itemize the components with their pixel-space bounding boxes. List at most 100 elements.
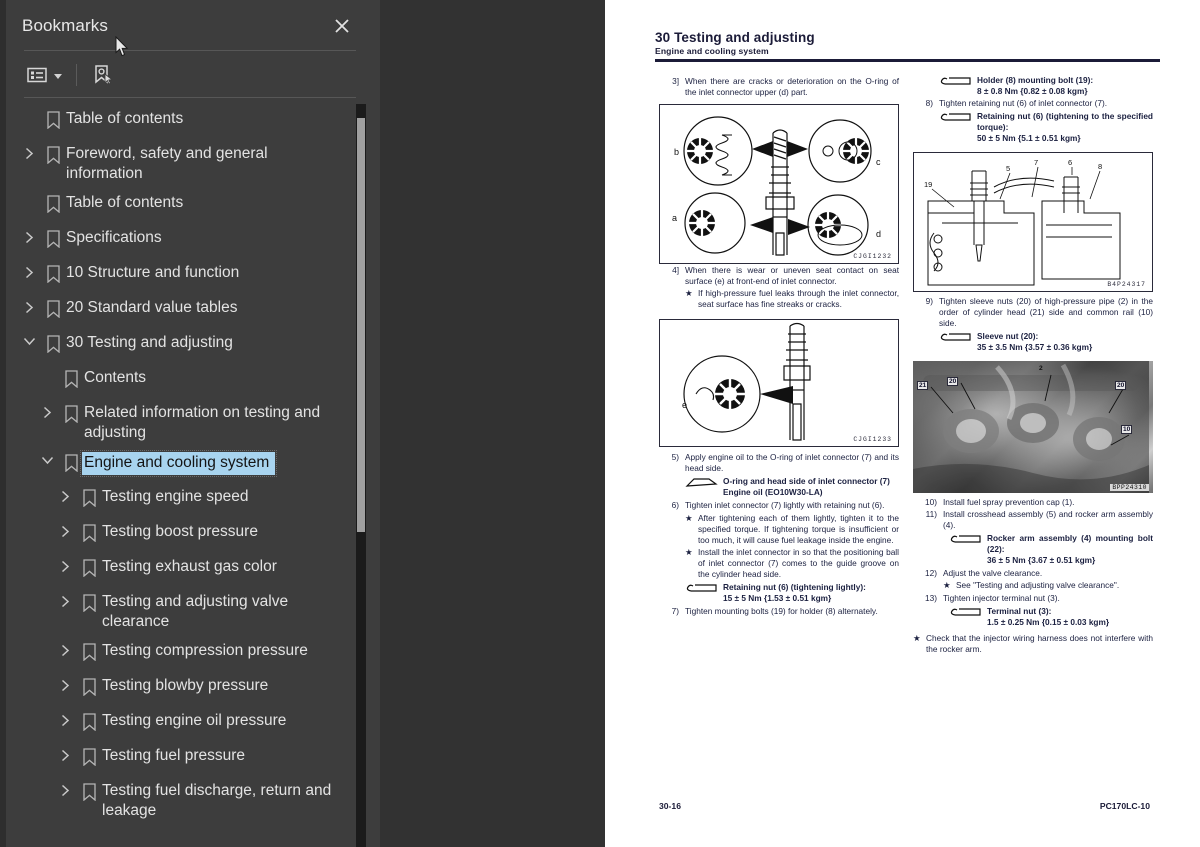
holder-bolt-torque-value: 8 ± 0.8 Nm {0.82 ± 0.08 kgm} [977,85,1088,96]
step-12-text: Adjust the valve clearance. [943,568,1043,579]
bookmarks-tree[interactable]: Table of contents Foreword, safety and ge… [6,104,374,847]
bookmark-item[interactable]: Testing exhaust gas color [6,552,374,587]
step-8: 8) Tighten retaining nut (6) of inlet co… [913,98,1153,109]
step-5-lubricant-spec: Engine oil (EO10W30-LA) [723,487,823,498]
step-5-lubricant-text: O-ring and head side of inlet connector … [723,476,899,498]
bookmark-item[interactable]: Table of contents [6,188,374,223]
bookmark-icon [40,228,66,248]
bookmark-item-label: Foreword, safety and general information [66,145,268,182]
step-8-torque-text: Retaining nut (6) (tightening to the spe… [977,111,1153,144]
final-note-text: Check that the injector wiring harness d… [926,632,1153,654]
step-11: 11) Install crosshead assembly (5) and r… [913,509,1153,531]
chevron-right-icon[interactable] [54,641,76,657]
toolbar-divider-bottom [24,97,356,98]
step-9-text: Tighten sleeve nuts (20) of high-pressur… [939,296,1153,329]
panel-collapse-handle[interactable] [380,0,772,847]
step-9-torque-text: Sleeve nut (20): 35 ± 3.5 Nm {3.57 ± 0.3… [977,331,1153,353]
bookmark-item-label: 20 Standard value tables [66,299,238,316]
bookmark-item[interactable]: Testing engine speed [6,482,374,517]
step-6-torque-text: Retaining nut (6) (tightening lightly): … [723,582,899,604]
photo-label-2: 2 [1039,364,1043,372]
chevron-right-icon[interactable] [54,781,76,797]
bookmark-item[interactable]: Related information on testing and adjus… [6,398,374,447]
document-viewer[interactable]: 30 Testing and adjusting Engine and cool… [400,0,1200,847]
bookmark-icon [58,452,84,472]
svg-text:e: e [682,400,687,410]
bookmark-item-label: Contents [84,369,147,386]
step-12-number: 12) [925,568,937,579]
step-11-text: Install crosshead assembly (5) and rocke… [943,508,1153,530]
step-13-torque-text: Terminal nut (3): 1.5 ± 0.25 Nm {0.15 ± … [987,606,1153,628]
bookmark-item-label: Specifications [66,229,162,246]
bookmark-options-button[interactable] [24,61,64,89]
bookmark-item[interactable]: Testing boost pressure [6,517,374,552]
chevron-down-icon[interactable] [36,452,58,466]
bookmark-item[interactable]: Engine and cooling system [6,447,374,482]
bookmark-item[interactable]: 30 Testing and adjusting [6,328,374,363]
bookmark-item-label: 30 Testing and adjusting [66,334,233,351]
step-10: 10) Install fuel spray prevention cap (1… [913,497,1153,508]
bookmark-item[interactable]: Specifications [6,223,374,258]
bookmark-item[interactable]: Testing engine oil pressure [6,706,374,741]
step-6-note-2: ★ Install the inlet connector in so that… [659,547,899,580]
chevron-right-icon[interactable] [54,676,76,692]
pdf-viewer-window: Bookmarks Table of contents Foreword, sa… [0,0,1200,847]
bookmark-item[interactable]: Testing and adjusting valve clearance [6,587,374,636]
chevron-right-icon[interactable] [36,403,58,419]
document-header-title: 30 Testing and adjusting [655,30,815,45]
star-bullet-icon: ★ [685,546,693,557]
final-note: ★ Check that the injector wiring harness… [913,633,1153,655]
bookmark-icon [76,641,102,661]
bookmark-item[interactable]: Foreword, safety and general information [6,139,374,188]
step-11-torque-label: Rocker arm assembly (4) mounting bolt (2… [987,532,1153,554]
holder-bolt-torque: Holder (8) mounting bolt (19): 8 ± 0.8 N… [913,75,1153,97]
bookmarks-scrollbar-thumb[interactable] [357,118,365,532]
chevron-right-icon[interactable] [54,592,76,608]
model-number: PC170LC-10 [1099,801,1150,811]
bookmark-icon [76,746,102,766]
step-5: 5) Apply engine oil to the O-ring of inl… [659,452,899,474]
bookmark-item[interactable]: 20 Standard value tables [6,293,374,328]
bookmark-item-label: Testing and adjusting valve clearance [102,593,289,630]
page-footer: 30-16 PC170LC-10 [659,801,1150,811]
close-icon[interactable] [330,14,354,38]
bookmark-item-label: Testing boost pressure [102,523,258,540]
bookmark-item[interactable]: Table of contents [6,104,374,139]
bookmark-item-label: Testing fuel pressure [102,747,246,764]
paragraph-3-text: When there are cracks or deterioration o… [685,75,899,97]
chevron-right-icon[interactable] [54,746,76,762]
step-9: 9) Tighten sleeve nuts (20) of high-pres… [913,296,1153,329]
new-bookmark-button[interactable] [89,61,117,89]
bookmark-icon [40,333,66,353]
bookmark-item[interactable]: 10 Structure and function [6,258,374,293]
header-rule [655,59,1160,62]
bookmark-item[interactable]: Testing blowby pressure [6,671,374,706]
bookmark-item[interactable]: Testing fuel pressure [6,741,374,776]
bookmark-item[interactable]: Testing compression pressure [6,636,374,671]
new-bookmark-icon [91,64,115,86]
chevron-right-icon[interactable] [18,298,40,314]
figure-2-id: CJGI1233 [853,436,892,444]
bookmark-item-label: Testing compression pressure [102,642,308,659]
chevron-right-icon[interactable] [18,228,40,244]
chevron-right-icon[interactable] [54,487,76,503]
step-6-note-2-text: Install the inlet connector in so that t… [698,546,899,579]
paragraph-3-number: 3] [672,75,679,86]
bookmark-icon [58,368,84,388]
bookmark-icon [40,109,66,129]
torque-wrench-icon [939,111,977,144]
chevron-right-icon[interactable] [54,522,76,538]
bookmark-item[interactable]: Contents [6,363,374,398]
chevron-right-icon[interactable] [18,144,40,160]
paragraph-4-text: When there is wear or uneven seat contac… [685,264,899,286]
chevron-right-icon[interactable] [18,263,40,279]
bookmark-item[interactable]: Testing fuel discharge, return and leaka… [6,776,374,825]
chevron-right-icon[interactable] [54,557,76,573]
chevron-down-icon[interactable] [18,333,40,347]
photo-label-21: 21 [917,380,929,390]
page-number: 30-16 [659,801,681,811]
bookmark-icon [76,557,102,577]
bookmark-item-label: Related information on testing and adjus… [84,404,321,441]
step-10-number: 10) [925,496,937,507]
chevron-right-icon[interactable] [54,711,76,727]
